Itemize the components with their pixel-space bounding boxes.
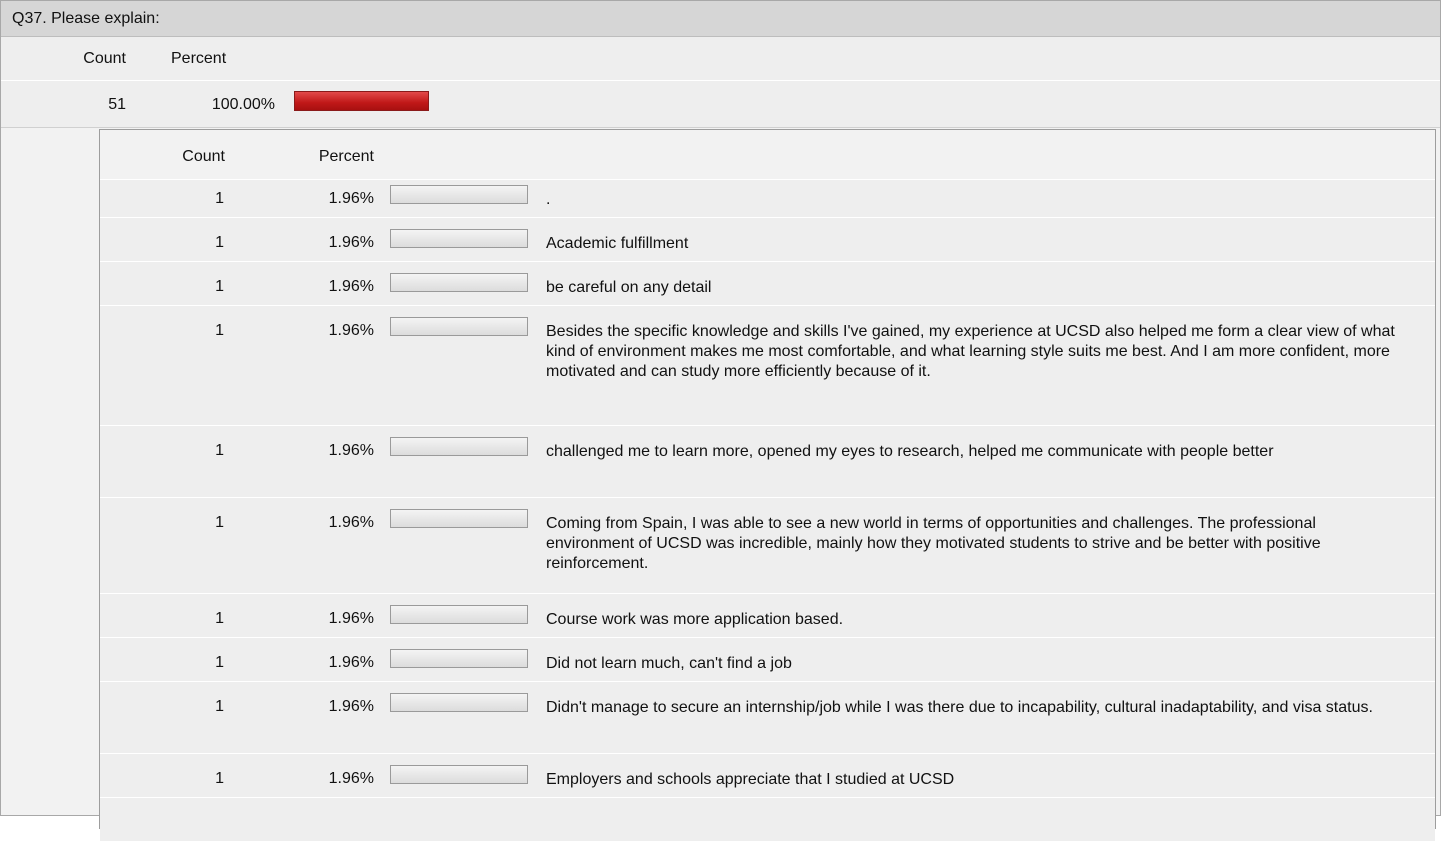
response-percent: 1.96% [328,698,374,715]
response-row: 1 1.96% Did not learn much, can't find a j… [100,638,1435,682]
question-panel: Q37. Please explain: Count Percent 51 10… [0,0,1441,842]
summary-percent-bar [294,91,429,111]
response-percent: 1.96% [328,770,374,787]
response-row: 1 1.96% be careful on any detail [100,262,1435,306]
responses-list: 1 1.96%. 1 1.96% Academic fulfillment 1 1.96% b… [100,180,1435,842]
summary-count: 51 [108,96,126,113]
summary-count-header: Count [83,50,126,67]
response-count: 1 [215,698,224,715]
response-count: 1 [215,610,224,627]
question-title-bar: Q37. Please explain: [1,1,1440,37]
response-text: Academic fulfillment [546,235,689,252]
response-text: challenged me to learn more, opened my e… [546,443,1274,460]
response-count: 1 [215,322,224,339]
responses-header-row: Count Percent [100,130,1435,180]
response-row: 1 1.96% Besides the specific knowledge and… [100,306,1435,426]
response-row: 1 1.96% challenged me to learn more, opene… [100,426,1435,498]
summary-header-row: Count Percent [1,37,1440,81]
responses-percent-header: Percent [318,148,374,165]
response-percent-bar [390,185,528,204]
response-text: Employers and schools appreciate that I … [546,771,955,788]
response-text: Coming from Spain, I was able to see a n… [546,515,1321,572]
summary-percent: 100.00% [211,96,275,113]
response-row: 1 1.96% Coming from Spain, I was able to s… [100,498,1435,594]
response-percent-bar [390,273,528,292]
response-percent: 1.96% [328,654,374,671]
response-row [100,798,1435,842]
response-row: 1 1.96% Academic fulfillment [100,218,1435,262]
response-percent-bar [390,509,528,528]
response-percent: 1.96% [328,442,374,459]
responses-panel: Count Percent 1 1.96%. 1 1.96% Academic fulf… [99,129,1436,842]
response-count: 1 [215,514,224,531]
response-percent: 1.96% [328,278,374,295]
response-percent: 1.96% [328,610,374,627]
response-percent-bar [390,765,528,784]
response-text: be careful on any detail [546,279,712,296]
response-text: Did not learn much, can't find a job [546,655,792,672]
response-text: Didn't manage to secure an internship/jo… [546,699,1373,716]
response-percent-bar [390,649,528,668]
response-percent-bar [390,605,528,624]
response-percent-bar [390,229,528,248]
response-count: 1 [215,442,224,459]
summary-percent-header: Percent [171,50,227,67]
response-row: 1 1.96% Course work was more application b… [100,594,1435,638]
response-row: 1 1.96% Employers and schools appreciate t… [100,754,1435,798]
response-row: 1 1.96% Didn't manage to secure an interns… [100,682,1435,754]
response-text: Besides the specific knowledge and skill… [546,323,1395,380]
response-percent: 1.96% [328,322,374,339]
response-text: . [546,191,551,208]
responses-count-header: Count [182,148,225,165]
response-row: 1 1.96%. [100,180,1435,218]
summary-row: 51 100.00% [1,81,1440,128]
response-count: 1 [215,190,224,207]
response-text: Course work was more application based. [546,611,844,628]
response-percent-bar [390,693,528,712]
response-count: 1 [215,770,224,787]
response-percent-bar [390,437,528,456]
response-count: 1 [215,654,224,671]
response-percent: 1.96% [328,190,374,207]
response-count: 1 [215,234,224,251]
response-percent: 1.96% [328,514,374,531]
question-title: Q37. Please explain: [12,9,160,27]
response-percent-bar [390,317,528,336]
response-count: 1 [215,278,224,295]
response-percent: 1.96% [328,234,374,251]
